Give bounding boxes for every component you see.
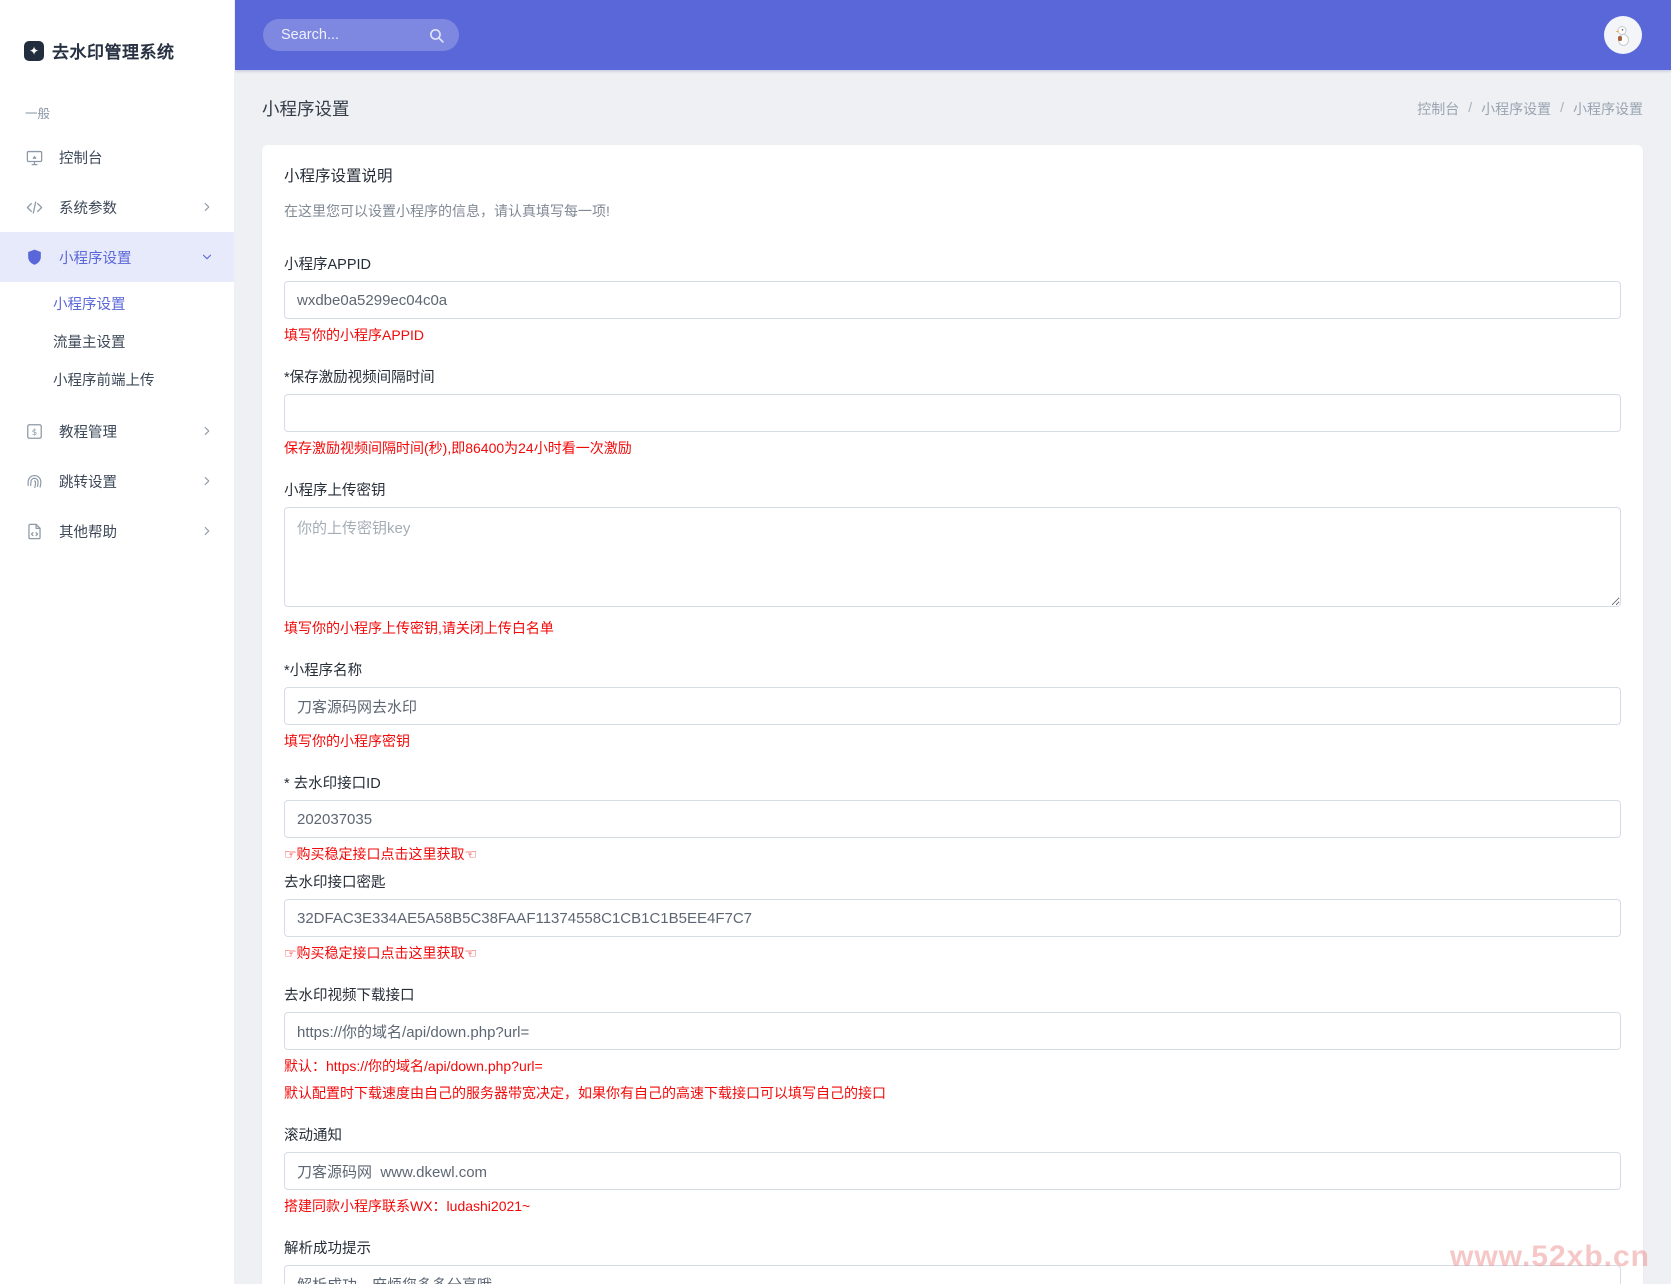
main-column: 小程序设置 控制台 / 小程序设置 / 小程序设置 小程序设置说明 在这里您可以… (235, 0, 1671, 1284)
scroll-notice-input[interactable] (284, 1152, 1621, 1190)
field-hint: 搭建同款小程序联系WX：ludashi2021~ (284, 1198, 531, 1214)
app-root: ✦ 去水印管理系统 一般 控制台 系统参数 小程序设置 小程序设置 流量主设置 … (0, 0, 1671, 1284)
code-icon (26, 200, 43, 214)
app-title: 去水印管理系统 (52, 43, 175, 62)
field-hint: 默认配置时下载速度由自己的服务器带宽决定，如果你有自己的高速下载接口可以填写自己… (284, 1085, 886, 1101)
settings-card: 小程序设置说明 在这里您可以设置小程序的信息，请认真填写每一项! 小程序APPI… (262, 145, 1643, 1284)
watermark-api-id-input-label: * 去水印接口ID (284, 776, 381, 792)
watermark-api-secret-input[interactable] (284, 899, 1621, 937)
page-title: 小程序设置 (262, 99, 350, 119)
logo-icon: ✦ (24, 40, 44, 61)
parse-success-input-label: 解析成功提示 (284, 1241, 371, 1257)
sidebar-item-miniapp-settings[interactable]: 小程序设置 (0, 232, 234, 282)
sidebar-submenu: 小程序设置 流量主设置 小程序前端上传 (0, 282, 234, 406)
form-field: 解析成功提示 (284, 1239, 1621, 1284)
avatar-goose-image (1615, 26, 1629, 46)
breadcrumb-item-console[interactable]: 控制台 (1417, 99, 1459, 119)
sidebar-item-label: 跳转设置 (59, 474, 117, 491)
upload-key-textarea[interactable] (284, 507, 1621, 607)
sidebar: ✦ 去水印管理系统 一般 控制台 系统参数 小程序设置 小程序设置 流量主设置 … (0, 0, 235, 1284)
sidebar-item-tutorial-mgmt[interactable]: $ 教程管理 (0, 406, 234, 456)
content-area: 小程序设置 控制台 / 小程序设置 / 小程序设置 小程序设置说明 在这里您可以… (235, 70, 1671, 1284)
submenu-item-miniapp-settings[interactable]: 小程序设置 (0, 286, 234, 324)
miniapp-name-input-label: *小程序名称 (284, 663, 363, 679)
sidebar-item-system-params[interactable]: 系统参数 (0, 182, 234, 232)
sidebar-item-label: 控制台 (59, 150, 103, 167)
parse-success-input[interactable] (284, 1265, 1621, 1284)
breadcrumb-separator: / (1560, 98, 1564, 115)
sidebar-nav: 控制台 系统参数 小程序设置 小程序设置 流量主设置 小程序前端上传 $ 教程管… (0, 132, 234, 556)
topbar (235, 0, 1671, 70)
sidebar-section-label: 一般 (25, 107, 51, 121)
form-fields: 小程序APPID 填写你的小程序APPID *保存激励视频间隔时间保存激励视频间隔时… (284, 255, 1621, 1284)
app-logo: ✦ 去水印管理系统 (0, 0, 234, 63)
form-field: *保存激励视频间隔时间保存激励视频间隔时间(秒),即86400为24小时看一次激… (284, 368, 1621, 459)
submenu-item-traffic-settings[interactable]: 流量主设置 (0, 324, 234, 362)
file-code-icon (28, 523, 41, 539)
chevron-down-icon (202, 254, 212, 260)
dollar-square-icon: $ (27, 423, 42, 439)
breadcrumb: 控制台 / 小程序设置 / 小程序设置 (1417, 99, 1643, 119)
form-field: 小程序上传密钥填写你的小程序上传密钥,请关闭上传白名单 (284, 481, 1621, 639)
form-field: *小程序名称填写你的小程序密钥 (284, 661, 1621, 752)
form-field: 去水印视频下载接口默认：https://你的域名/api/down.php?ur… (284, 986, 1621, 1104)
upload-key-textarea-label: 小程序上传密钥 (284, 483, 386, 499)
watermark-api-id-input[interactable] (284, 800, 1621, 838)
breadcrumb-item-current: 小程序设置 (1573, 100, 1643, 117)
buy-stable-api-link[interactable]: ☞购买稳定接口点击这里获取☜ (284, 943, 1621, 964)
video-download-api-input[interactable] (284, 1012, 1621, 1050)
reward-video-interval-input[interactable] (284, 394, 1621, 432)
miniapp-name-input[interactable] (284, 687, 1621, 725)
video-download-api-input-label: 去水印视频下载接口 (284, 988, 415, 1004)
field-hint: 填写你的小程序APPID (284, 327, 425, 343)
submenu-item-frontend-upload[interactable]: 小程序前端上传 (0, 362, 234, 400)
form-field: 小程序APPID 填写你的小程序APPID (284, 255, 1621, 346)
card-heading: 小程序设置说明 (284, 168, 393, 185)
svg-text:$: $ (32, 427, 38, 437)
card-description: 在这里您可以设置小程序的信息，请认真填写每一项! (284, 203, 610, 219)
scroll-notice-input-label: 滚动通知 (284, 1128, 342, 1144)
search-icon[interactable] (428, 27, 445, 44)
chevron-right-icon (204, 202, 210, 212)
form-field: * 去水印接口ID ☞购买稳定接口点击这里获取☜ (284, 774, 1621, 865)
field-hint: 填写你的小程序上传密钥,请关闭上传白名单 (284, 620, 554, 636)
breadcrumb-separator: / (1468, 98, 1473, 115)
field-hint: 默认：https://你的域名/api/down.php?url= (284, 1058, 543, 1074)
appid-input[interactable] (284, 281, 1621, 319)
sidebar-item-label: 教程管理 (59, 424, 117, 441)
reward-video-interval-input-label: *保存激励视频间隔时间 (284, 370, 435, 386)
watermark-api-secret-input-label: 去水印接口密匙 (284, 875, 386, 891)
shield-icon (28, 249, 41, 265)
sidebar-item-console[interactable]: 控制台 (0, 132, 234, 182)
field-hint: 填写你的小程序密钥 (284, 733, 410, 749)
chevron-right-icon (204, 526, 210, 536)
page-head: 小程序设置 控制台 / 小程序设置 / 小程序设置 (262, 96, 1643, 121)
field-hint: 保存激励视频间隔时间(秒),即86400为24小时看一次激励 (284, 440, 632, 456)
search-input[interactable] (281, 27, 428, 43)
sidebar-item-label: 其他帮助 (59, 524, 117, 541)
breadcrumb-item-miniapp-settings[interactable]: 小程序设置 (1481, 99, 1551, 119)
sidebar-item-other-help[interactable]: 其他帮助 (0, 506, 234, 556)
form-field: 去水印接口密匙 ☞购买稳定接口点击这里获取☜ (284, 873, 1621, 964)
appid-input-label: 小程序APPID (284, 257, 372, 273)
form-field: 滚动通知搭建同款小程序联系WX：ludashi2021~ (284, 1126, 1621, 1217)
search-box (263, 19, 459, 51)
buy-stable-api-link[interactable]: ☞购买稳定接口点击这里获取☜ (284, 844, 1621, 865)
fingerprint-icon (27, 474, 42, 488)
monitor-icon (26, 150, 43, 165)
user-avatar[interactable] (1604, 16, 1642, 54)
sidebar-item-label: 系统参数 (59, 200, 117, 217)
chevron-right-icon (204, 426, 210, 436)
sidebar-item-label: 小程序设置 (59, 250, 132, 267)
sidebar-item-jump-settings[interactable]: 跳转设置 (0, 456, 234, 506)
chevron-right-icon (204, 476, 210, 486)
